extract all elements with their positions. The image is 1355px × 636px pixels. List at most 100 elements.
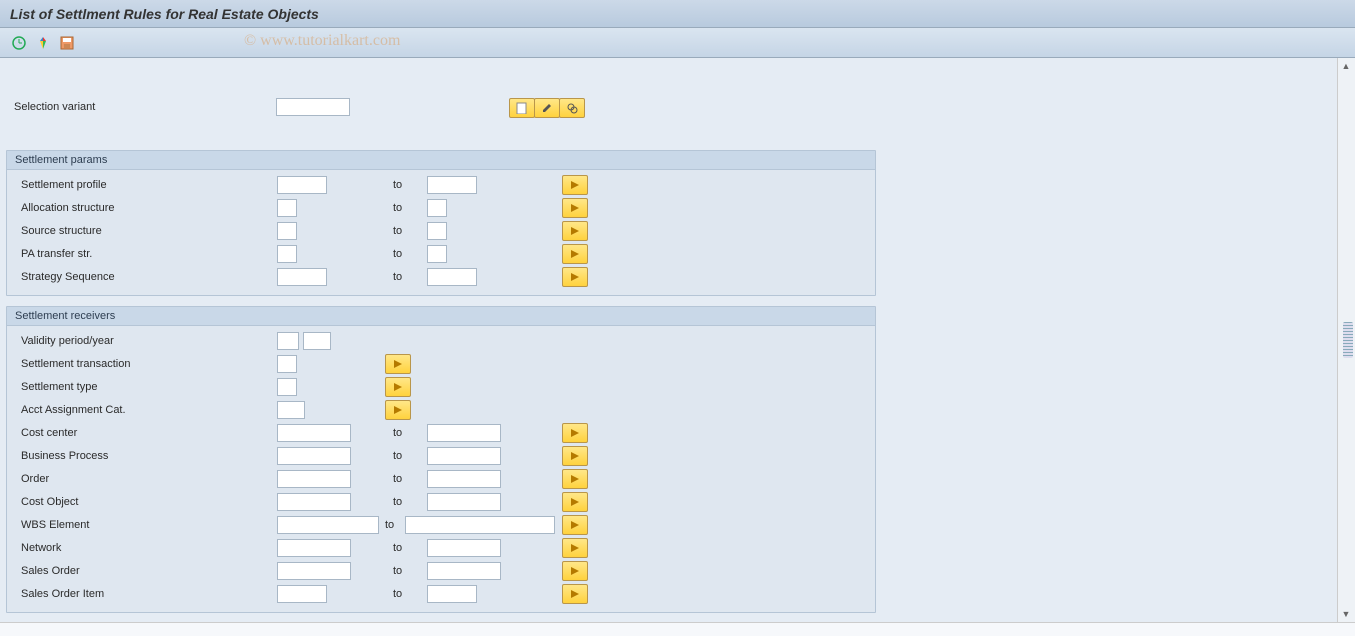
settlement-profile-from[interactable] bbox=[277, 176, 327, 194]
to-label: to bbox=[393, 565, 402, 577]
vertical-scrollbar[interactable]: ▲ ▼ bbox=[1337, 58, 1355, 622]
strategy-sequence-multi-button[interactable] bbox=[562, 267, 588, 287]
strategy-sequence-from[interactable] bbox=[277, 268, 327, 286]
pa-transfer-str-from[interactable] bbox=[277, 245, 297, 263]
save-icon[interactable] bbox=[58, 34, 76, 52]
source-structure-multi-button[interactable] bbox=[562, 221, 588, 241]
arrow-right-icon bbox=[571, 544, 579, 552]
sales-order-multi-button[interactable] bbox=[562, 561, 588, 581]
validity-period-row: Validity period/year bbox=[7, 330, 875, 352]
sales-order-item-multi-button[interactable] bbox=[562, 584, 588, 604]
settlement-transaction-multi-button[interactable] bbox=[385, 354, 411, 374]
sales-order-item-to[interactable] bbox=[427, 585, 477, 603]
acct-assignment-cat-label: Acct Assignment Cat. bbox=[7, 404, 277, 416]
wbs-element-to[interactable] bbox=[405, 516, 555, 534]
order-label: Order bbox=[7, 473, 277, 485]
create-variant-button[interactable] bbox=[509, 98, 535, 118]
scroll-up-icon[interactable]: ▲ bbox=[1338, 58, 1354, 74]
scroll-drag-handle[interactable] bbox=[1343, 322, 1353, 358]
order-to[interactable] bbox=[427, 470, 501, 488]
wbs-element-from[interactable] bbox=[277, 516, 379, 534]
cost-center-to[interactable] bbox=[427, 424, 501, 442]
arrow-right-icon bbox=[571, 429, 579, 437]
allocation-structure-to[interactable] bbox=[427, 199, 447, 217]
allocation-structure-multi-button[interactable] bbox=[562, 198, 588, 218]
business-process-multi-button[interactable] bbox=[562, 446, 588, 466]
settlement-type-multi-button[interactable] bbox=[385, 377, 411, 397]
arrow-right-icon bbox=[571, 567, 579, 575]
cost-object-to[interactable] bbox=[427, 493, 501, 511]
cost-object-row: Cost Object to bbox=[7, 491, 875, 513]
to-label: to bbox=[385, 519, 394, 531]
source-structure-row: Source structure to bbox=[7, 220, 875, 242]
arrow-right-icon bbox=[571, 273, 579, 281]
cost-object-label: Cost Object bbox=[7, 496, 277, 508]
network-multi-button[interactable] bbox=[562, 538, 588, 558]
allocation-structure-label: Allocation structure bbox=[7, 202, 277, 214]
business-process-from[interactable] bbox=[277, 447, 351, 465]
settlement-receivers-group: Settlement receivers Validity period/yea… bbox=[6, 306, 876, 613]
allocation-structure-from[interactable] bbox=[277, 199, 297, 217]
cost-object-multi-button[interactable] bbox=[562, 492, 588, 512]
network-to[interactable] bbox=[427, 539, 501, 557]
cost-center-from[interactable] bbox=[277, 424, 351, 442]
edit-variant-button[interactable] bbox=[534, 98, 560, 118]
wbs-element-multi-button[interactable] bbox=[562, 515, 588, 535]
sales-order-item-from[interactable] bbox=[277, 585, 327, 603]
pa-transfer-str-label: PA transfer str. bbox=[7, 248, 277, 260]
validity-period-input[interactable] bbox=[277, 332, 299, 350]
order-from[interactable] bbox=[277, 470, 351, 488]
settlement-type-row: Settlement type bbox=[7, 376, 875, 398]
sales-order-to[interactable] bbox=[427, 562, 501, 580]
source-structure-from[interactable] bbox=[277, 222, 297, 240]
arrow-right-icon bbox=[571, 250, 579, 258]
pa-transfer-str-to[interactable] bbox=[427, 245, 447, 263]
cost-center-multi-button[interactable] bbox=[562, 423, 588, 443]
settlement-profile-row: Settlement profile to bbox=[7, 174, 875, 196]
to-label: to bbox=[393, 427, 402, 439]
acct-assignment-cat-row: Acct Assignment Cat. bbox=[7, 399, 875, 421]
settlement-profile-to[interactable] bbox=[427, 176, 477, 194]
strategy-sequence-to[interactable] bbox=[427, 268, 477, 286]
selection-variant-input[interactable] bbox=[276, 98, 350, 116]
settlement-transaction-input[interactable] bbox=[277, 355, 297, 373]
display-variant-button[interactable] bbox=[559, 98, 585, 118]
variant-icon[interactable] bbox=[34, 34, 52, 52]
business-process-label: Business Process bbox=[7, 450, 277, 462]
arrow-right-icon bbox=[571, 204, 579, 212]
settlement-profile-label: Settlement profile bbox=[7, 179, 277, 191]
sales-order-row: Sales Order to bbox=[7, 560, 875, 582]
strategy-sequence-row: Strategy Sequence to bbox=[7, 266, 875, 288]
strategy-sequence-label: Strategy Sequence bbox=[7, 271, 277, 283]
execute-icon[interactable] bbox=[10, 34, 28, 52]
to-label: to bbox=[393, 202, 402, 214]
pa-transfer-str-multi-button[interactable] bbox=[562, 244, 588, 264]
cost-center-label: Cost center bbox=[7, 427, 277, 439]
sales-order-from[interactable] bbox=[277, 562, 351, 580]
business-process-row: Business Process to bbox=[7, 445, 875, 467]
validity-period-label: Validity period/year bbox=[7, 335, 277, 347]
acct-assignment-cat-input[interactable] bbox=[277, 401, 305, 419]
order-multi-button[interactable] bbox=[562, 469, 588, 489]
arrow-right-icon bbox=[571, 590, 579, 598]
network-row: Network to bbox=[7, 537, 875, 559]
scroll-down-icon[interactable]: ▼ bbox=[1338, 606, 1354, 622]
business-process-to[interactable] bbox=[427, 447, 501, 465]
acct-assignment-cat-multi-button[interactable] bbox=[385, 400, 411, 420]
title-bar: List of Settlment Rules for Real Estate … bbox=[0, 0, 1355, 28]
selection-variant-label: Selection variant bbox=[10, 101, 280, 113]
settlement-type-input[interactable] bbox=[277, 378, 297, 396]
sales-order-label: Sales Order bbox=[7, 565, 277, 577]
settlement-transaction-row: Settlement transaction bbox=[7, 353, 875, 375]
settlement-profile-multi-button[interactable] bbox=[562, 175, 588, 195]
to-label: to bbox=[393, 225, 402, 237]
cost-object-from[interactable] bbox=[277, 493, 351, 511]
settlement-receivers-header: Settlement receivers bbox=[7, 307, 875, 326]
arrow-right-icon bbox=[394, 360, 402, 368]
source-structure-to[interactable] bbox=[427, 222, 447, 240]
status-bar bbox=[0, 622, 1355, 636]
validity-year-input[interactable] bbox=[303, 332, 331, 350]
network-from[interactable] bbox=[277, 539, 351, 557]
allocation-structure-row: Allocation structure to bbox=[7, 197, 875, 219]
to-label: to bbox=[393, 450, 402, 462]
